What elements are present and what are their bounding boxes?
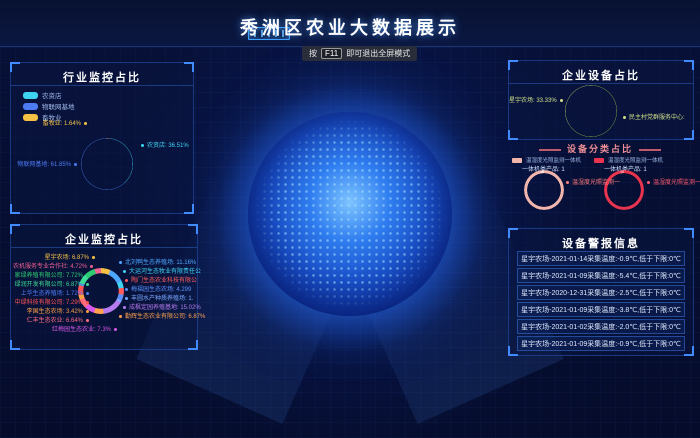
- category-donut-left[interactable]: [524, 170, 564, 210]
- globe-dot-map: [254, 118, 446, 310]
- panel-industry-monitor: 行业监控占比 农资店 物联网基地 畜牧业 畜牧业: 1.64% 农资店: 36.…: [10, 62, 194, 214]
- legend-label: 物联网基地: [42, 101, 75, 111]
- chart-label: 陶门生态农业科技有限公: [125, 277, 197, 285]
- fullscreen-toast-suffix: 即可退出全屏模式: [346, 48, 410, 59]
- alert-list-item: 星宇农场-2021-01-02采集温度:-2.0℃,低于下限:0℃: [517, 319, 685, 334]
- fullscreen-toast: 按 F11 即可退出全屏模式: [302, 46, 417, 61]
- fullscreen-toast-prefix: 按: [309, 48, 317, 59]
- legend-swatch: [594, 158, 604, 163]
- category-title: 设备分类占比: [508, 142, 692, 155]
- panel-industry-title: 行业监控占比: [11, 69, 193, 85]
- section-device-category: 设备分类占比 温湿度光照监测一体机 温湿度光照监测一体机 一体机类产品: 1 一…: [508, 140, 692, 218]
- chart-label: 仁丰生态农业: 6.64%: [13, 317, 89, 325]
- legend-swatch: [23, 103, 38, 110]
- legend-label: 农资店: [42, 90, 62, 100]
- chart-label: 物联网基地: 61.85%: [13, 161, 77, 169]
- alert-list-item: 星宇农场-2021-01-14采集温度:-0.9℃,低于下限:0℃: [517, 251, 685, 266]
- legend-swatch: [512, 158, 522, 163]
- chart-label: 农机服务专业合作社: 4.72%: [13, 263, 89, 271]
- panel-enterprise-device: 企业设备占比 星宇农场: 33.33% 民主村党群服务中心:: [508, 60, 694, 140]
- chart-label: 中绿科技有限公司: 7.29%: [13, 299, 89, 307]
- chart-label: 勤辉生态农业有限公司: 6.87%: [119, 313, 205, 321]
- category-donut-right[interactable]: [604, 170, 644, 210]
- chart-label: 丰圆水产种质养殖场: 1.: [125, 295, 193, 303]
- f11-key-badge: F11: [321, 48, 342, 59]
- dashboard: 秀洲区农业大数据展示 按 F11 即可退出全屏模式 行业监控占比 农资店 物联网…: [0, 0, 700, 438]
- panel-enterprise-monitor: 企业监控占比 星宇农场: 6.87% 农机服务专业合作社: 4.72% 家绿养殖…: [10, 224, 198, 350]
- globe: [248, 112, 452, 316]
- chart-label: 农资店: 36.51%: [141, 142, 189, 150]
- chart-label: 红梅园生态农业: 7.3%: [41, 326, 117, 334]
- industry-donut-chart[interactable]: [81, 138, 133, 190]
- page-title: 秀洲区农业大数据展示: [0, 14, 700, 40]
- chart-label: 成枫定园养殖基地: 15.02%: [123, 304, 201, 312]
- chart-label: 李国生态农场: 3.42%: [13, 308, 89, 316]
- legend-item[interactable]: 温湿度光照监测一体机: [594, 156, 663, 164]
- alert-list-item: 星宇农场-2021-01-09采集温度:-0.9℃,低于下限:0℃: [517, 336, 685, 351]
- panel-alerts-title: 设备警报信息: [509, 235, 693, 251]
- alert-list-item: 星宇农场-2020-12-31采集温度:-2.5℃,低于下限:0℃: [517, 285, 685, 300]
- panel-enterprise-title: 企业监控占比: [11, 231, 197, 247]
- chart-label: 大运河生态牧业有限责任公: [123, 268, 201, 276]
- alert-list-item: 星宇农场-2021-01-09采集温度:-3.8℃,低于下限:0℃: [517, 302, 685, 317]
- chart-label: 民主村党群服务中心:: [623, 114, 685, 122]
- panel-device-title: 企业设备占比: [509, 67, 693, 83]
- chart-label: 北刘鸭生态养殖场: 11.16%: [119, 259, 196, 267]
- chart-label: 梅福园生态农场: 4.299: [125, 286, 191, 294]
- panel-device-alerts: 设备警报信息 星宇农场-2021-01-14采集温度:-0.9℃,低于下限:0℃…: [508, 228, 694, 356]
- header-bar: 秀洲区农业大数据展示: [0, 0, 700, 47]
- alert-list-item: 星宇农场-2021-01-09采集温度:-5.4℃,低于下限:0℃: [517, 268, 685, 283]
- chart-label: 畜牧业: 1.64%: [25, 120, 87, 128]
- legend-label: 温湿度光照监测一体机: [608, 156, 663, 164]
- chart-label: 温湿度光照监测一: [566, 179, 620, 187]
- legend-label: 温湿度光照监测一体机: [526, 156, 581, 164]
- chart-label: 上华生态养殖场: 1.72%: [13, 290, 89, 298]
- legend-swatch: [23, 92, 38, 99]
- chart-label: 星宇农场: 33.33%: [509, 97, 561, 105]
- chart-label: 星宇农场: 6.87%: [19, 254, 95, 262]
- chart-label: 温湿度光照监测一: [647, 179, 700, 187]
- device-donut-chart[interactable]: [565, 85, 617, 137]
- chart-label: 绿润开发有限公司: 6.87%: [13, 281, 89, 289]
- chart-label: 家绿养殖有限公司: 7.72%: [13, 272, 89, 280]
- legend-item[interactable]: 温湿度光照监测一体机: [512, 156, 581, 164]
- legend-item[interactable]: 农资店: [23, 90, 62, 100]
- legend-item[interactable]: 物联网基地: [23, 101, 75, 111]
